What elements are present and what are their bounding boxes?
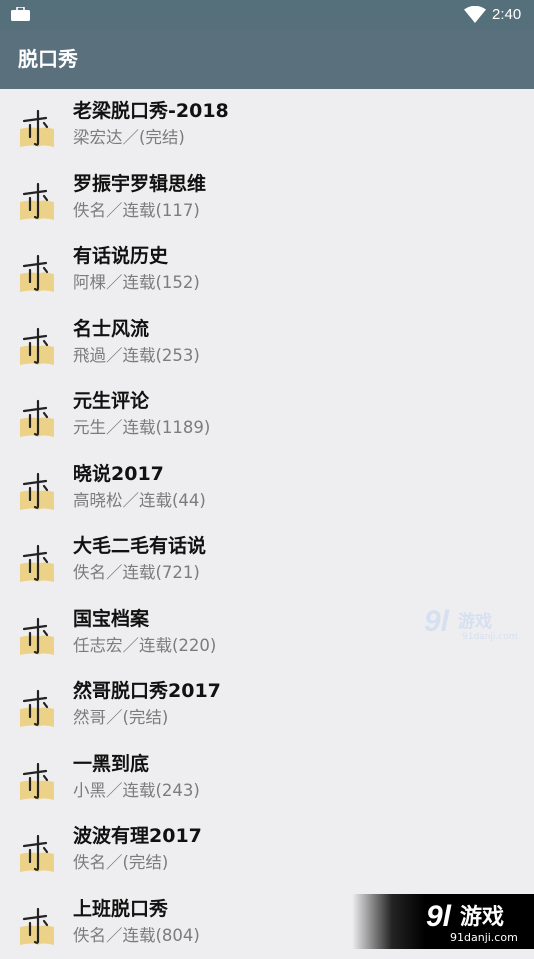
item-title: 元生评论: [73, 387, 149, 415]
item-author-status: 小黑／连载(243): [73, 780, 200, 802]
page-title: 脱口秀: [18, 45, 78, 73]
list-item[interactable]: 名士风流飛過／连载(253): [0, 307, 534, 380]
book-icon: [16, 252, 56, 294]
item-title: 罗振宇罗辑思维: [73, 170, 206, 198]
item-title: 国宝档案: [73, 605, 149, 633]
item-author-status: 飛過／连载(253): [73, 345, 200, 367]
item-author-status: 梁宏达／(完结): [73, 127, 185, 149]
book-icon: [16, 542, 56, 584]
banner-site: 91danji.com: [450, 931, 518, 944]
banner-logo-text: 游戏: [460, 904, 504, 930]
list-item[interactable]: 有话说历史阿棵／连载(152): [0, 234, 534, 307]
status-bar: 2:40: [0, 0, 534, 30]
item-author-status: 然哥／(完结): [73, 707, 168, 729]
item-author-status: 阿棵／连载(152): [73, 272, 200, 294]
list-item[interactable]: 罗振宇罗辑思维佚名／连载(117): [0, 162, 534, 235]
item-title: 然哥脱口秀2017: [73, 677, 221, 705]
list-item[interactable]: 然哥脱口秀2017然哥／(完结): [0, 669, 534, 742]
book-icon: [16, 615, 56, 657]
watermark-site: 91danji.com: [462, 632, 517, 642]
app-bar: 脱口秀: [0, 30, 534, 89]
book-icon: [16, 180, 56, 222]
list-item[interactable]: 元生评论元生／连载(1189): [0, 379, 534, 452]
list-item[interactable]: 老梁脱口秀-2018梁宏达／(完结): [0, 89, 534, 162]
item-title: 晓说2017: [73, 460, 164, 488]
book-icon: [16, 905, 56, 947]
svg-text:9l: 9l: [426, 900, 452, 933]
book-icon: [16, 832, 56, 874]
item-author-status: 高晓松／连载(44): [73, 490, 206, 512]
item-author-status: 佚名／(完结): [73, 852, 168, 874]
svg-text:9l: 9l: [424, 605, 450, 638]
list-item[interactable]: 一黑到底小黑／连载(243): [0, 742, 534, 815]
item-title: 上班脱口秀: [73, 895, 168, 923]
item-title: 有话说历史: [73, 242, 168, 270]
book-icon: [16, 687, 56, 729]
wifi-icon: [464, 6, 486, 23]
item-author-status: 佚名／连载(804): [73, 925, 200, 947]
watermark-logo: 9l 游戏 91danji.com: [424, 603, 520, 643]
item-author-status: 元生／连载(1189): [73, 417, 210, 439]
item-title: 名士风流: [73, 315, 149, 343]
briefcase-icon: [11, 7, 30, 21]
list-item[interactable]: 波波有理2017佚名／(完结): [0, 814, 534, 887]
item-title: 一黑到底: [73, 750, 149, 778]
book-icon: [16, 760, 56, 802]
item-title: 波波有理2017: [73, 822, 202, 850]
program-list: 老梁脱口秀-2018梁宏达／(完结)罗振宇罗辑思维佚名／连载(117)有话说历史…: [0, 89, 534, 959]
book-icon: [16, 470, 56, 512]
item-title: 大毛二毛有话说: [73, 532, 206, 560]
book-icon: [16, 107, 56, 149]
item-author-status: 佚名／连载(117): [73, 200, 200, 222]
watermark-banner: 9l 游戏 91danji.com: [352, 894, 534, 949]
watermark-text: 游戏: [458, 611, 492, 632]
item-author-status: 任志宏／连载(220): [73, 635, 216, 657]
book-icon: [16, 325, 56, 367]
status-time: 2:40: [492, 5, 521, 24]
item-author-status: 佚名／连载(721): [73, 562, 200, 584]
item-title: 老梁脱口秀-2018: [73, 97, 229, 125]
list-item[interactable]: 大毛二毛有话说佚名／连载(721): [0, 524, 534, 597]
book-icon: [16, 397, 56, 439]
list-item[interactable]: 晓说2017高晓松／连载(44): [0, 452, 534, 525]
